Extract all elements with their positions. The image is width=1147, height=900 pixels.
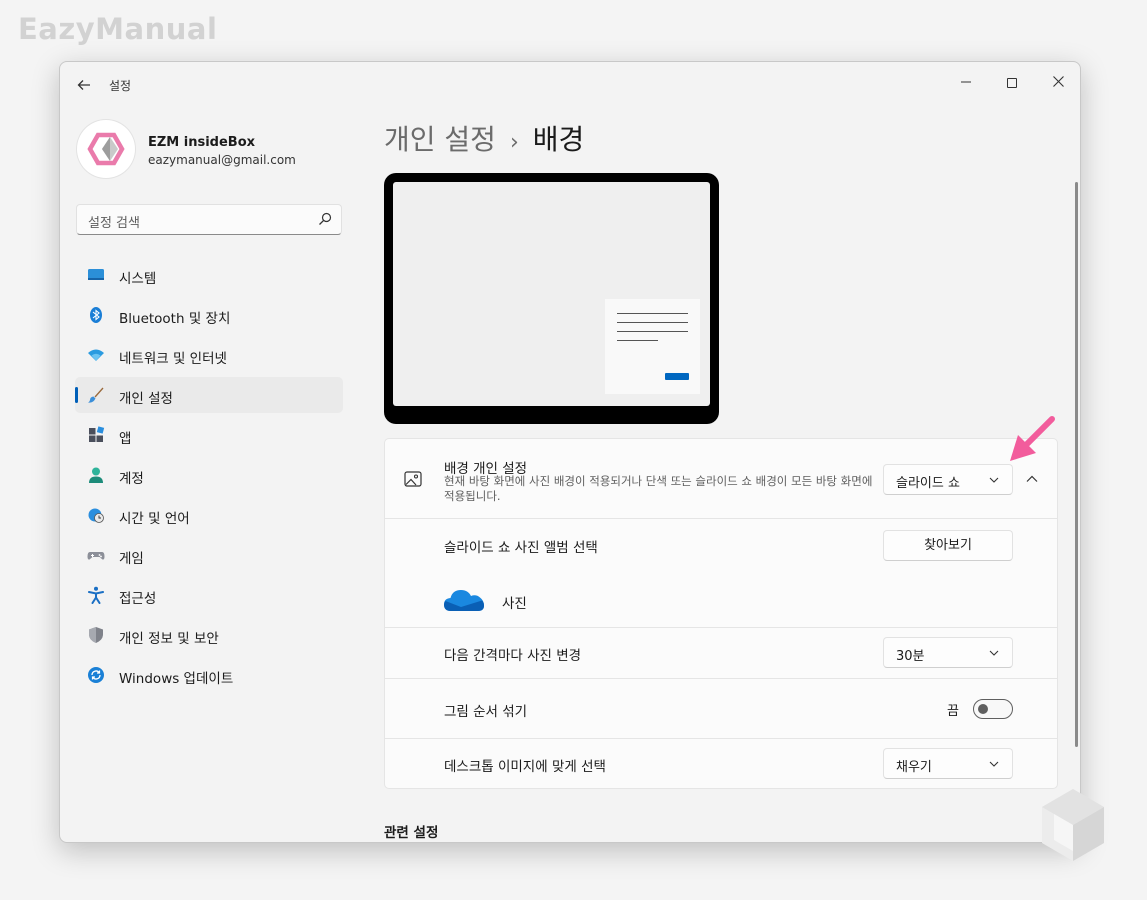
background-preview — [384, 173, 719, 424]
dropdown-value: 채우기 — [896, 760, 932, 775]
close-button[interactable] — [1035, 68, 1080, 98]
scrollbar[interactable] — [1075, 182, 1078, 747]
search-icon — [319, 212, 332, 225]
background-personalize-card: 배경 개인 설정 현재 바탕 화면에 사진 배경이 적용되거나 단색 또는 슬라… — [384, 438, 1058, 519]
close-icon — [1052, 76, 1064, 87]
cube-watermark-icon — [1042, 789, 1104, 861]
sidebar-item-windows-update[interactable]: Windows 업데이트 — [75, 657, 343, 693]
user-name: EZM insideBox — [148, 135, 256, 150]
sidebar-item-label: 접근성 — [119, 591, 157, 607]
apps-icon — [89, 426, 105, 442]
fit-label: 데스크톱 이미지에 맞게 선택 — [444, 759, 606, 775]
page-title: 개인 설정 › 배경 — [384, 118, 584, 158]
monitor-icon — [88, 269, 104, 280]
sidebar-item-accessibility[interactable]: 접근성 — [75, 577, 343, 613]
shuffle-label: 그림 순서 섞기 — [444, 704, 528, 720]
shuffle-toggle[interactable] — [973, 699, 1013, 719]
maximize-button[interactable] — [989, 68, 1035, 98]
fit-row: 데스크톱 이미지에 맞게 선택 채우기 — [384, 739, 1058, 789]
sidebar-item-label: Windows 업데이트 — [119, 671, 234, 687]
breadcrumb-parent[interactable]: 개인 설정 — [384, 123, 496, 156]
toggle-state-label: 끔 — [947, 704, 959, 719]
preview-button — [665, 373, 689, 380]
user-email: eazymanual@gmail.com — [148, 153, 296, 167]
breadcrumb-separator: › — [509, 130, 519, 155]
browse-button[interactable]: 찾아보기 — [883, 530, 1013, 561]
search-placeholder: 설정 검색 — [88, 216, 140, 231]
image-icon — [404, 471, 422, 487]
brush-icon — [88, 387, 104, 403]
person-icon — [89, 467, 103, 483]
fit-dropdown[interactable]: 채우기 — [883, 748, 1013, 779]
interval-label: 다음 간격마다 사진 변경 — [444, 648, 582, 664]
sidebar-item-accounts[interactable]: 계정 — [75, 457, 343, 493]
sidebar-item-privacy[interactable]: 개인 정보 및 보안 — [75, 617, 343, 653]
interval-row: 다음 간격마다 사진 변경 30분 — [384, 628, 1058, 679]
sidebar-item-network[interactable]: 네트워크 및 인터넷 — [75, 337, 343, 373]
gamepad-icon — [87, 552, 105, 560]
chevron-down-icon — [989, 761, 999, 767]
settings-window: 설정 EZM insideBox eazymanual@gmail.com 설정… — [59, 61, 1081, 843]
album-label: 슬라이드 쇼 사진 앨범 선택 — [444, 540, 598, 556]
sidebar-item-label: Bluetooth 및 장치 — [119, 311, 231, 327]
avatar[interactable] — [77, 120, 135, 178]
sidebar-item-label: 네트워크 및 인터넷 — [119, 351, 227, 367]
related-settings-heading: 관련 설정 — [384, 825, 439, 841]
dropdown-value: 슬라이드 쇼 — [896, 476, 960, 491]
site-watermark: EazyManual — [18, 12, 218, 46]
eazymanual-logo-icon — [87, 132, 125, 166]
album-folder-name[interactable]: 사진 — [502, 592, 527, 612]
title-bar: 설정 — [60, 62, 1080, 108]
onedrive-cloud-icon — [444, 590, 484, 611]
sidebar-item-label: 개인 정보 및 보안 — [119, 631, 219, 647]
bluetooth-icon — [90, 307, 102, 323]
chevron-up-icon[interactable] — [1025, 472, 1039, 486]
sidebar-item-label: 시간 및 언어 — [119, 511, 190, 527]
sidebar-item-label: 개인 설정 — [119, 391, 173, 407]
preview-window — [605, 299, 700, 394]
chevron-down-icon — [989, 477, 999, 483]
sidebar-item-personalization[interactable]: 개인 설정 — [75, 377, 343, 413]
shield-icon — [89, 627, 103, 643]
update-icon — [88, 667, 104, 683]
sidebar-item-bluetooth[interactable]: Bluetooth 및 장치 — [75, 297, 343, 333]
window-title: 설정 — [109, 79, 132, 93]
breadcrumb-current: 배경 — [532, 123, 585, 156]
dropdown-value: 30분 — [896, 649, 925, 664]
sidebar-item-label: 게임 — [119, 551, 144, 567]
annotation-arrow-icon — [1010, 416, 1055, 461]
wifi-icon — [88, 349, 104, 361]
interval-dropdown[interactable]: 30분 — [883, 637, 1013, 668]
sidebar-item-time-language[interactable]: 시간 및 언어 — [75, 497, 343, 533]
clock-globe-icon — [88, 508, 104, 523]
minimize-button[interactable] — [943, 68, 989, 98]
sidebar-item-label: 앱 — [119, 431, 132, 447]
sidebar-nav: 시스템 Bluetooth 및 장치 네트워크 및 인터넷 개인 설정 앱 계정… — [75, 257, 343, 697]
search-input[interactable]: 설정 검색 — [76, 204, 342, 235]
preview-screen — [393, 182, 710, 406]
slideshow-album-row: 슬라이드 쇼 사진 앨범 선택 찾아보기 사진 — [384, 519, 1058, 628]
background-description: 현재 바탕 화면에 사진 배경이 적용되거나 단색 또는 슬라이드 쇼 배경이 … — [444, 474, 873, 503]
toggle-knob — [978, 704, 988, 714]
sidebar-item-gaming[interactable]: 게임 — [75, 537, 343, 573]
arrow-left-icon — [77, 80, 90, 90]
back-button[interactable] — [74, 75, 94, 95]
accessibility-icon — [88, 586, 104, 604]
background-type-dropdown[interactable]: 슬라이드 쇼 — [883, 464, 1013, 495]
sidebar-item-system[interactable]: 시스템 — [75, 257, 343, 293]
sidebar-item-label: 계정 — [119, 471, 144, 487]
chevron-down-icon — [989, 650, 999, 656]
sidebar-item-apps[interactable]: 앱 — [75, 417, 343, 453]
shuffle-row: 그림 순서 섞기 끔 — [384, 679, 1058, 739]
minimize-icon — [961, 81, 971, 83]
sidebar-item-label: 시스템 — [119, 271, 157, 287]
maximize-icon — [1007, 78, 1017, 88]
